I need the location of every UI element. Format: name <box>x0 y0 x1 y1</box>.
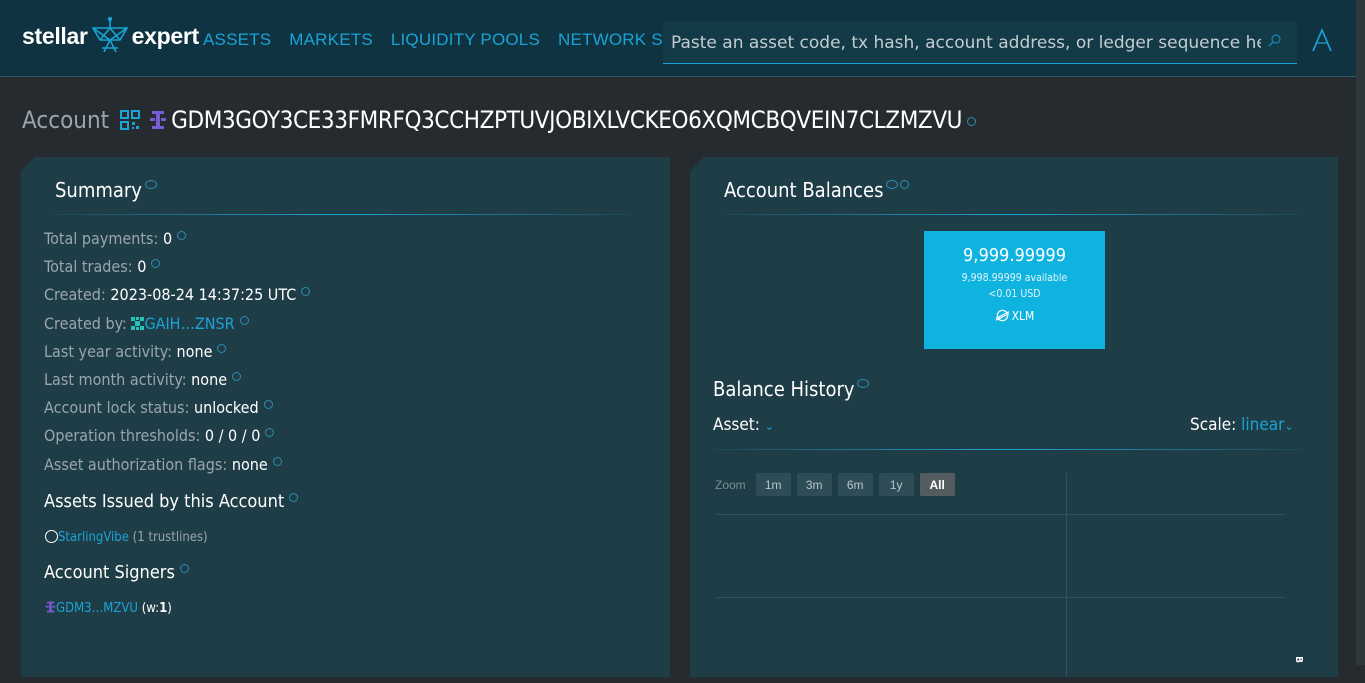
signer-item: GDM3…MZVU (w:1) <box>45 601 172 616</box>
zoom-controls: Zoom 1m 3m 6m 1y All <box>715 473 955 496</box>
help-icon[interactable] <box>265 428 275 438</box>
nav-network-stats[interactable]: NETWORK STATS <box>558 30 663 50</box>
creator-account-link[interactable]: GAIH…ZNSR <box>144 314 234 333</box>
signer-weight: (w:1) <box>141 601 172 616</box>
stellar-expert-logo[interactable]: stellar expert <box>22 16 199 56</box>
account-label: Account <box>22 106 110 134</box>
help-icon[interactable] <box>232 371 242 381</box>
page-scrollbar[interactable] <box>1356 0 1365 665</box>
summary-row-last-month-activity: Last month activity: none <box>44 370 310 398</box>
chart-gridline <box>715 514 1286 515</box>
page-title: Account GDM3GOY3CE33FMRFQ3CCHZPTUVJOBIXL… <box>22 104 977 136</box>
asset-trustlines: (1 trustlines) <box>132 530 208 545</box>
summary-row-thresholds: Operation thresholds: 0 / 0 / 0 <box>44 426 310 454</box>
chevron-down-icon: ⌄ <box>1284 419 1294 433</box>
signer-link[interactable]: GDM3…MZVU <box>56 601 138 616</box>
summary-row-total-payments: Total payments: 0 <box>44 229 310 257</box>
xlm-balance-tile[interactable]: 9,999.99999 9,998.99999 available <0.01 … <box>924 231 1105 349</box>
summary-row-created-by: Created by: GAIH…ZNSR <box>44 314 310 342</box>
help-icon[interactable] <box>967 116 977 126</box>
help-icon[interactable] <box>151 259 161 269</box>
summary-rows: Total payments: 0 Total trades: 0 Create… <box>44 229 311 483</box>
summary-row-total-trades: Total trades: 0 <box>44 257 310 285</box>
qr-code-icon[interactable] <box>119 109 141 131</box>
help-icon[interactable] <box>301 287 311 297</box>
satellite-dish-icon <box>91 16 129 53</box>
chart-gridline <box>715 597 1286 598</box>
search-input[interactable] <box>669 21 1263 65</box>
asset-link[interactable]: StarlingVibe <box>58 530 129 545</box>
help-icon[interactable] <box>179 564 189 573</box>
zoom-1y-button[interactable]: 1y <box>878 473 914 496</box>
nav-liquidity-pools[interactable]: LIQUIDITY POOLS <box>391 30 540 50</box>
logo-text-right: expert <box>131 22 200 49</box>
logo-text-left: stellar <box>22 22 88 49</box>
asset-code: XLM <box>924 308 1105 323</box>
summary-row-created: Created: 2023-08-24 14:37:25 UTC <box>44 285 311 313</box>
nav-assets[interactable]: ASSETS <box>203 30 271 50</box>
login-icon[interactable] <box>1311 28 1333 52</box>
balances-panel: Account Balances 9,999.99999 9,998.99999… <box>690 157 1338 677</box>
main-nav: ASSETS MARKETS LIQUIDITY POOLS NETWORK S… <box>203 30 663 50</box>
nav-markets[interactable]: MARKETS <box>289 30 373 50</box>
help-icon[interactable] <box>239 315 249 325</box>
help-icon[interactable] <box>272 456 282 466</box>
asset-selector[interactable]: Asset: ⌄ <box>713 415 774 435</box>
scale-value[interactable]: linear <box>1241 415 1284 435</box>
search-box <box>663 21 1297 65</box>
stellar-logo-icon <box>995 309 1009 322</box>
balance-history-title: Balance History <box>713 377 870 401</box>
identicon-icon <box>150 111 167 129</box>
top-navigation-bar: stellar expert ASSETS MARKETS LIQUIDITY … <box>0 0 1365 77</box>
assets-issued-heading: Assets Issued by this Account <box>44 491 299 512</box>
balance-usd: <0.01 USD <box>988 288 1041 300</box>
chart-edge-label: B <box>1292 656 1304 663</box>
divider <box>713 449 1303 450</box>
help-icon[interactable] <box>263 400 273 410</box>
watch-icon[interactable] <box>144 180 157 189</box>
issued-asset-item: StarlingVibe (1 trustlines) <box>45 530 208 545</box>
help-icon[interactable] <box>217 343 227 353</box>
balances-title: Account Balances <box>724 178 910 202</box>
account-address[interactable]: GDM3GOY3CE33FMRFQ3CCHZPTUVJOBIXLVCKEO6XQ… <box>171 106 962 134</box>
zoom-6m-button[interactable]: 6m <box>837 473 873 496</box>
signer-identicon-icon <box>45 601 56 613</box>
divider <box>724 214 1300 215</box>
watch-icon[interactable] <box>857 379 870 388</box>
zoom-3m-button[interactable]: 3m <box>796 473 832 496</box>
summary-row-last-year-activity: Last year activity: none <box>44 342 310 370</box>
zoom-label: Zoom <box>715 477 746 492</box>
divider <box>55 214 631 215</box>
zoom-1m-button[interactable]: 1m <box>755 473 791 496</box>
summary-row-lock-status: Account lock status: unlocked <box>44 398 310 426</box>
account-signers-heading: Account Signers <box>44 562 189 583</box>
help-icon[interactable] <box>900 180 910 189</box>
help-icon[interactable] <box>177 231 187 240</box>
help-icon[interactable] <box>289 493 299 502</box>
summary-panel: Summary Total payments: 0 Total trades: … <box>21 157 670 677</box>
zoom-all-button[interactable]: All <box>919 473 955 496</box>
scale-selector[interactable]: Scale: linear⌄ <box>1190 415 1293 435</box>
watch-icon[interactable] <box>886 180 899 189</box>
summary-title: Summary <box>55 178 157 202</box>
chart-crosshair <box>1066 473 1067 677</box>
creator-identicon-icon <box>131 316 145 330</box>
asset-circle-icon <box>45 530 58 543</box>
balance-amount: 9,999.99999 <box>963 245 1066 266</box>
chevron-down-icon: ⌄ <box>764 419 774 433</box>
balance-available: 9,998.99999 available <box>961 272 1068 284</box>
search-icon[interactable] <box>1267 33 1283 49</box>
summary-row-auth-flags: Asset authorization flags: none <box>44 455 310 483</box>
